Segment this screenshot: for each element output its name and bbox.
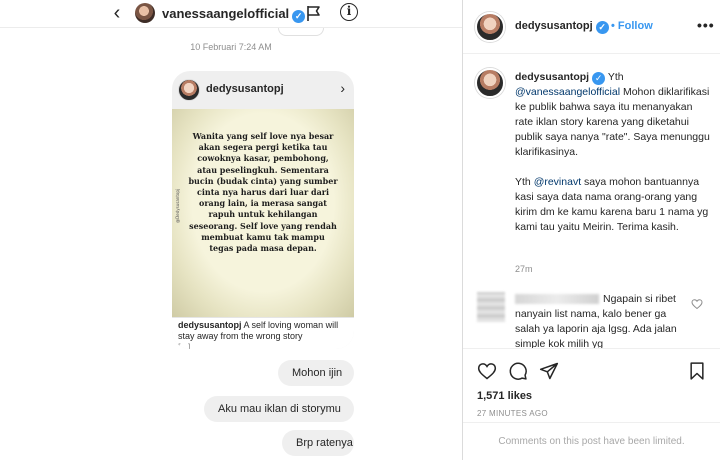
shared-post-username: dedysusantopj [206,83,284,95]
blurred-avatar [477,292,505,322]
caption-time[interactable]: 27m [515,264,533,274]
post-caption: dedysusantopj ✓ Yth @vanessaangelofficial… [463,54,720,288]
comment-icon[interactable] [508,361,528,381]
likes-count[interactable]: 1,571 likes [477,390,532,402]
back-arrow-icon[interactable]: ‹ [108,2,126,25]
verified-badge-icon: ✓ [595,21,609,34]
caption-more: [...] [178,342,191,349]
message-timestamp: 10 Februari 7:24 AM [190,42,272,52]
mention-link[interactable]: @vanessaangelofficial [515,86,620,98]
previous-message-bubble [278,28,324,36]
caption-prefix: Yth [515,176,531,188]
heart-icon[interactable] [477,361,497,381]
comments-limited-notice: Comments on this post have been limited. [463,422,720,460]
blurred-username [515,294,599,305]
avatar[interactable] [475,12,505,42]
share-icon[interactable] [539,361,559,381]
info-icon[interactable]: i [340,3,358,21]
message-bubble[interactable]: Brp ratenya [282,430,354,456]
shared-post-header[interactable]: dedysusantopj › [172,71,354,109]
post-author[interactable]: dedysusantopj ✓ [515,20,609,34]
heart-icon[interactable] [691,298,703,310]
dm-username[interactable]: vanessaangelofficial ✓ [162,6,306,23]
post-time[interactable]: 27 MINUTES AGO [477,409,548,418]
dm-header: ‹ vanessaangelofficial ✓ i [0,0,462,28]
shared-post-image[interactable]: Wanita yang self love nya besar akan seg… [172,109,354,317]
caption-body: dedysusantopj ✓ Yth @vanessaangelofficial… [515,70,711,250]
mention-link[interactable]: @revinavt [534,176,581,188]
more-options-icon[interactable]: ••• [697,17,715,33]
shared-post-caption: dedysusantopj A self loving woman will s… [172,317,354,349]
caption-username[interactable]: dedysusantopj [515,71,589,83]
post-panel: dedysusantopj ✓ • Follow ••• dedysusantop… [463,0,720,460]
quote-text: Wanita yang self love nya besar akan seg… [188,131,338,254]
bookmark-icon[interactable] [687,361,707,381]
shared-post-card[interactable]: dedysusantopj › Wanita yang self love ny… [172,71,354,349]
post-header: dedysusantopj ✓ • Follow ••• [463,0,720,54]
comment-item: Ngapain si ribet nanyain list nama, kalo… [463,288,720,348]
chevron-right-icon: › [340,80,345,96]
avatar [178,79,200,101]
follow-link[interactable]: • Follow [611,20,653,32]
comment-text: Ngapain si ribet nanyain list nama, kalo… [515,293,677,348]
message-bubble[interactable]: Mohon ijin [278,360,354,386]
image-watermark: @Dedysusantopj [175,189,180,223]
direct-message-panel: ‹ vanessaangelofficial ✓ i 10 Februari 7:… [0,0,462,460]
message-bubble[interactable]: Aku mau iklan di storymu [204,396,354,422]
avatar[interactable] [475,68,505,98]
caption-prefix: Yth [607,71,624,83]
avatar[interactable] [135,3,155,23]
verified-badge-icon: ✓ [292,10,306,23]
flag-icon[interactable] [305,4,323,22]
verified-badge-icon: ✓ [592,72,606,85]
caption-username: dedysusantopj [178,320,242,330]
